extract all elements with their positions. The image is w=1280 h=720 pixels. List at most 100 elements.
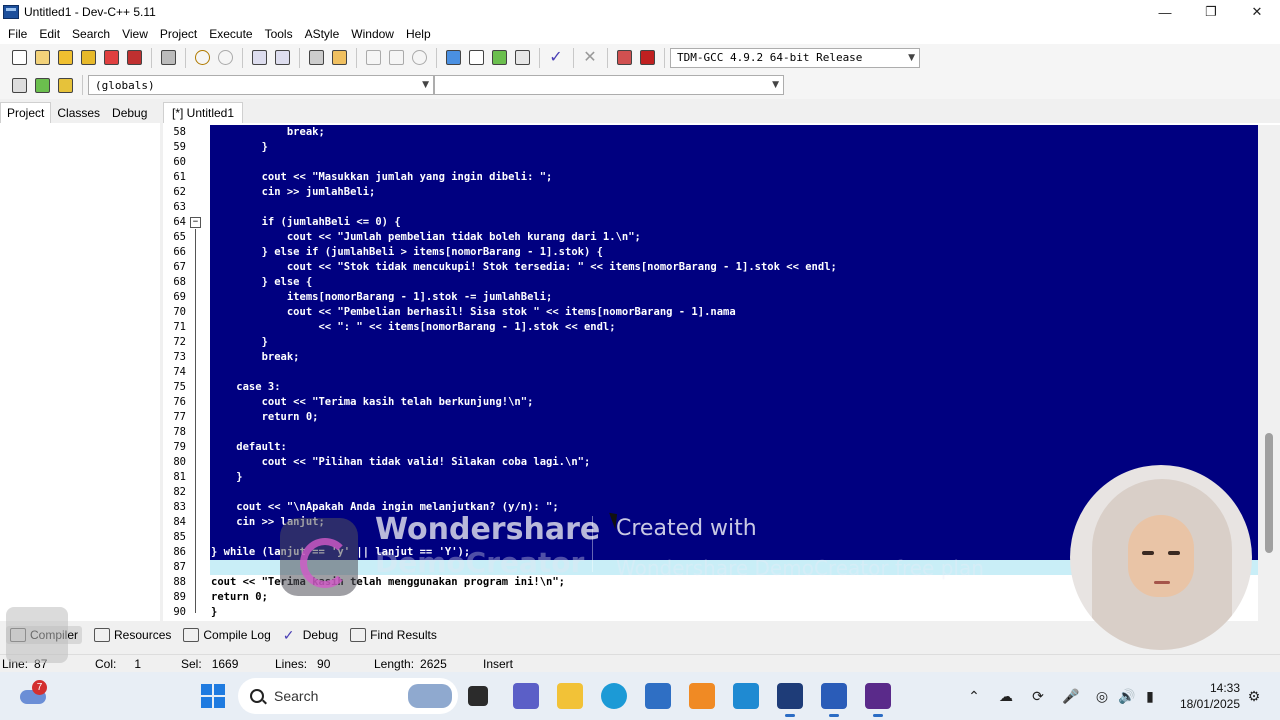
menu-execute[interactable]: Execute (203, 27, 258, 41)
sync-icon[interactable]: ⟳ (1030, 688, 1046, 704)
tab-project[interactable]: Project (0, 102, 52, 123)
microsoft-store-icon[interactable] (645, 683, 671, 709)
profile-chart-icon[interactable] (613, 47, 635, 69)
menu-search[interactable]: Search (66, 27, 116, 41)
code-line[interactable]: 80 cout << "Pilihan tidak valid! Silakan… (163, 455, 1280, 470)
scope-select[interactable]: (globals) ▼ (88, 75, 434, 95)
tab-untitled1[interactable]: [*] Untitled1 (163, 102, 244, 123)
new-class-icon[interactable] (8, 74, 30, 96)
menu-tools[interactable]: Tools (259, 27, 299, 41)
close-all-icon[interactable] (123, 47, 145, 69)
close-file-icon[interactable] (100, 47, 122, 69)
symbol-select[interactable]: ▼ (434, 75, 784, 95)
menu-view[interactable]: View (116, 27, 154, 41)
edge-icon[interactable] (601, 683, 627, 709)
toggle-comment-icon[interactable] (408, 47, 430, 69)
insert-icon[interactable] (31, 74, 53, 96)
code-line[interactable]: 60 (163, 155, 1280, 170)
code-line[interactable]: 79 default: (163, 440, 1280, 455)
chevron-up-icon[interactable]: ⌃ (966, 688, 982, 704)
check-syntax-icon[interactable]: ✓ (545, 47, 567, 69)
redo-icon[interactable] (214, 47, 236, 69)
tab-compile-log[interactable]: Compile Log (183, 628, 271, 642)
tab-debug-output[interactable]: ✓ Debug (283, 628, 338, 642)
code-line[interactable]: 72 } (163, 335, 1280, 350)
code-line[interactable]: 58 break; (163, 125, 1280, 140)
replace-icon[interactable] (271, 47, 293, 69)
vertical-scrollbar[interactable] (1258, 125, 1280, 621)
run-icon[interactable] (465, 47, 487, 69)
file-explorer-icon[interactable] (557, 683, 583, 709)
menu-help[interactable]: Help (400, 27, 437, 41)
code-line[interactable]: 70 cout << "Pembelian berhasil! Sisa sto… (163, 305, 1280, 320)
open-file-icon[interactable] (31, 47, 53, 69)
close-icon[interactable]: ✕ (1234, 0, 1280, 24)
code-line[interactable]: 66 } else if (jumlahBeli > items[nomorBa… (163, 245, 1280, 260)
rebuild-icon[interactable] (511, 47, 533, 69)
restore-icon[interactable]: ❐ (1188, 0, 1234, 24)
windows-start-icon[interactable] (201, 684, 225, 708)
word-icon[interactable] (821, 683, 847, 717)
tab-debug[interactable]: Debug (106, 103, 153, 123)
scrollbar-thumb[interactable] (1265, 433, 1273, 553)
compiler-select[interactable]: TDM-GCC 4.9.2 64-bit Release ▼ (670, 47, 920, 68)
devcpp-taskbar-icon[interactable] (777, 683, 803, 717)
code-line[interactable]: 68 } else { (163, 275, 1280, 290)
weather-widget[interactable]: 7 (18, 680, 48, 710)
menu-astyle[interactable]: AStyle (299, 27, 346, 41)
new-file-icon[interactable] (8, 47, 30, 69)
minimize-icon[interactable]: — (1142, 0, 1188, 24)
bookmark-icon[interactable] (328, 47, 350, 69)
menu-edit[interactable]: Edit (33, 27, 66, 41)
code-line[interactable]: 61 cout << "Masukkan jumlah yang ingin d… (163, 170, 1280, 185)
microphone-icon[interactable]: 🎤 (1062, 688, 1079, 704)
compile-icon[interactable] (442, 47, 464, 69)
find-icon[interactable] (248, 47, 270, 69)
code-line[interactable]: 59 } (163, 140, 1280, 155)
democreator-icon[interactable] (865, 683, 891, 717)
code-line[interactable]: 73 break; (163, 350, 1280, 365)
undo-icon[interactable] (191, 47, 213, 69)
goto-line-icon[interactable] (305, 47, 327, 69)
network-icon[interactable]: ◎ (1094, 688, 1110, 704)
save-icon[interactable] (54, 47, 76, 69)
xampp-icon[interactable] (689, 683, 715, 709)
compile-run-icon[interactable] (488, 47, 510, 69)
menu-window[interactable]: Window (345, 27, 400, 41)
code-line[interactable]: 69 items[nomorBarang - 1].stok -= jumlah… (163, 290, 1280, 305)
delete-profile-icon[interactable] (636, 47, 658, 69)
task-view-icon[interactable] (468, 686, 488, 706)
unindent-icon[interactable] (385, 47, 407, 69)
code-line[interactable]: 78 (163, 425, 1280, 440)
code-line[interactable]: 65 cout << "Jumlah pembelian tidak boleh… (163, 230, 1280, 245)
indent-icon[interactable] (362, 47, 384, 69)
tab-classes[interactable]: Classes (51, 103, 106, 123)
class-browser-icon[interactable] (54, 74, 76, 96)
tab-find-results[interactable]: Find Results (350, 628, 437, 642)
tab-resources[interactable]: Resources (94, 628, 171, 642)
code-line[interactable]: 63 (163, 200, 1280, 215)
teams-icon[interactable] (513, 683, 539, 709)
code-line[interactable]: 71 << ": " << items[nomorBarang - 1].sto… (163, 320, 1280, 335)
volume-icon[interactable]: 🔊 (1118, 688, 1135, 704)
code-line[interactable]: 74 (163, 365, 1280, 380)
stop-execution-icon[interactable]: ✕ (579, 47, 601, 69)
save-all-icon[interactable] (77, 47, 99, 69)
battery-icon[interactable]: ▮ (1142, 688, 1158, 704)
vscode-icon[interactable] (733, 683, 759, 709)
system-clock[interactable]: 14:33 18/01/2025 (1170, 680, 1240, 712)
code-line[interactable]: 77 return 0; (163, 410, 1280, 425)
menu-project[interactable]: Project (154, 27, 203, 41)
print-icon[interactable] (157, 47, 179, 69)
code-line[interactable]: 62 cin >> jumlahBeli; (163, 185, 1280, 200)
recorder-floating-button[interactable] (6, 607, 68, 663)
taskbar-search[interactable]: Search (238, 678, 458, 714)
menu-file[interactable]: File (2, 27, 33, 41)
notification-icon[interactable]: ⚙ (1246, 688, 1262, 704)
fold-collapse-icon[interactable]: − (190, 217, 201, 228)
code-line[interactable]: 67 cout << "Stok tidak mencukupi! Stok t… (163, 260, 1280, 275)
code-line[interactable]: 76 cout << "Terima kasih telah berkunjun… (163, 395, 1280, 410)
code-line[interactable]: 64 if (jumlahBeli <= 0) { (163, 215, 1280, 230)
code-line[interactable]: 75 case 3: (163, 380, 1280, 395)
onedrive-icon[interactable]: ☁ (998, 688, 1014, 704)
